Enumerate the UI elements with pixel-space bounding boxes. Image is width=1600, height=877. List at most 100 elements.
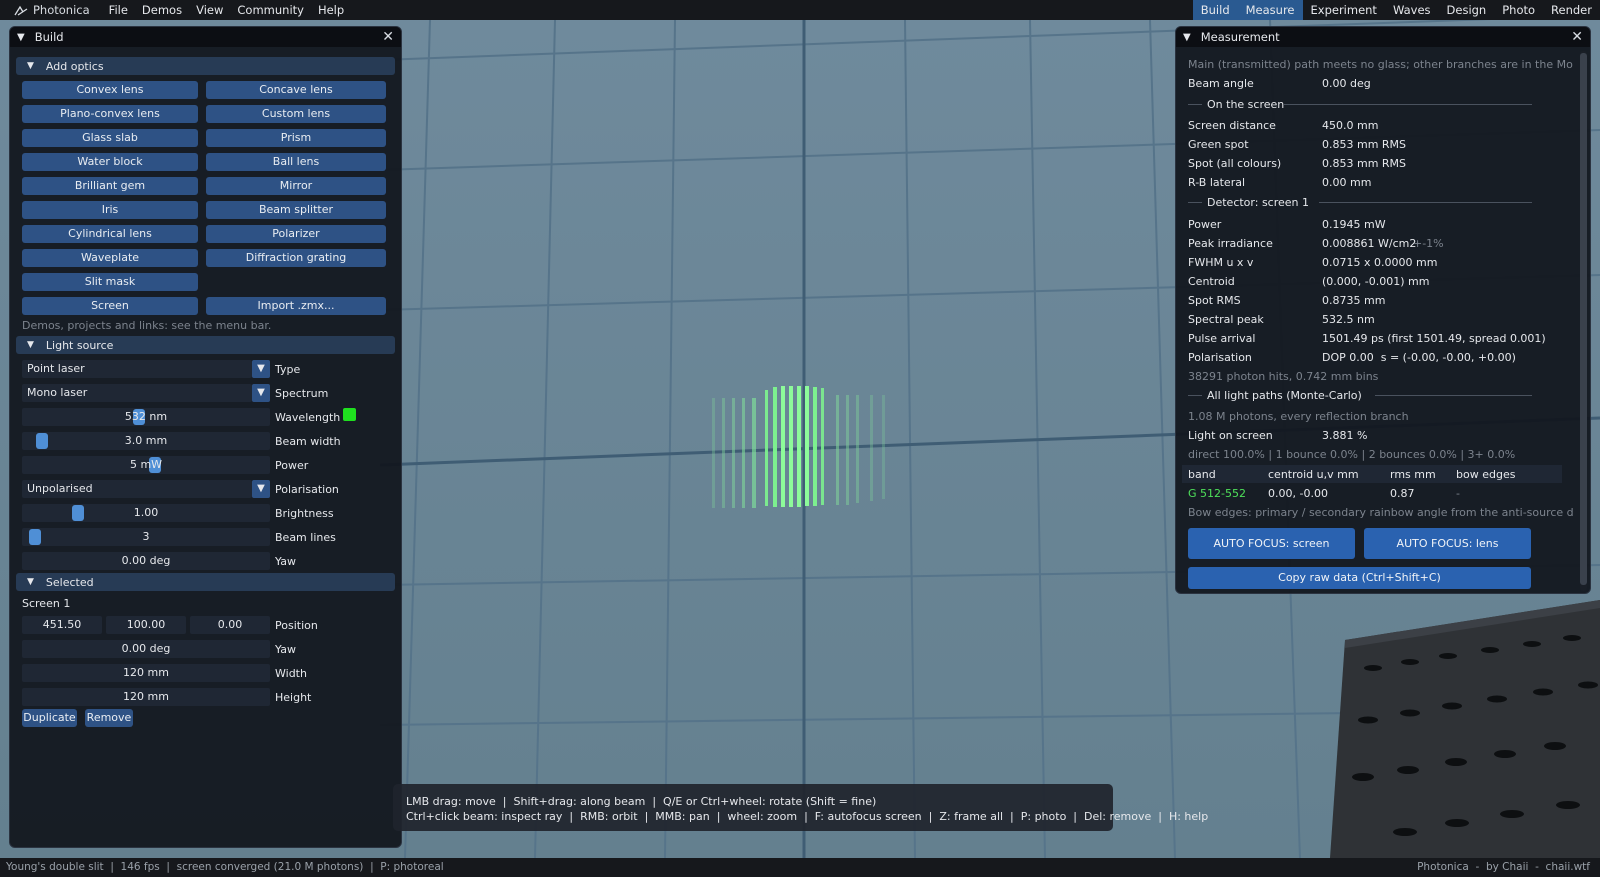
dropdown-arrow-icon[interactable]: ▼ xyxy=(252,480,270,498)
tab-build[interactable]: Build xyxy=(1192,0,1238,20)
height-field[interactable]: 120 mm xyxy=(22,688,270,706)
plano-convex-lens-button[interactable]: Plano-convex lens xyxy=(22,105,198,123)
autofocus-screen-button[interactable]: AUTO FOCUS: screen xyxy=(1188,528,1355,559)
triangle-down-icon: ▼ xyxy=(27,61,34,71)
tab-design[interactable]: Design xyxy=(1439,0,1495,20)
power-value: 0.1945 mW xyxy=(1322,218,1386,231)
position-label: Position xyxy=(275,619,318,632)
power-slider[interactable]: 5 mW xyxy=(22,456,270,474)
beam-lines-slider[interactable]: 3 xyxy=(22,528,270,546)
peak-irradiance-value: 0.008861 W/cm2 xyxy=(1322,237,1417,250)
section-label: Add optics xyxy=(45,59,104,73)
autofocus-lens-button[interactable]: AUTO FOCUS: lens xyxy=(1364,528,1531,559)
beam-width-slider[interactable]: 3.0 mm xyxy=(22,432,270,450)
menu-bar: Photonica File Demos View Community Help… xyxy=(0,0,1600,20)
height-label: Height xyxy=(275,691,312,704)
menu-bar-note: Demos, projects and links: see the menu … xyxy=(22,319,272,332)
slit-mask-button[interactable]: Slit mask xyxy=(22,273,198,291)
section-selected[interactable]: ▼ Selected xyxy=(16,573,395,591)
waveplate-button[interactable]: Waveplate xyxy=(22,249,198,267)
position-x-field[interactable]: 451.50 xyxy=(22,616,102,634)
type-select[interactable]: Point laser xyxy=(22,360,252,378)
green-spot-value: 0.853 mm RMS xyxy=(1322,138,1407,151)
brightness-slider[interactable]: 1.00 xyxy=(22,504,270,522)
water-block-button[interactable]: Water block xyxy=(22,153,198,171)
spot-rms-value: 0.8735 mm xyxy=(1322,294,1386,307)
triangle-down-icon[interactable]: ▼ xyxy=(17,32,25,43)
divider xyxy=(1188,104,1202,105)
custom-lens-button[interactable]: Custom lens xyxy=(206,105,386,123)
wavelength-color-swatch[interactable] xyxy=(343,408,356,421)
menu-view[interactable]: View xyxy=(189,3,230,17)
tab-measure[interactable]: Measure xyxy=(1237,0,1303,20)
selected-yaw-field[interactable]: 0.00 deg xyxy=(22,640,270,658)
workspace-tabs: Build Measure Experiment Waves Design Ph… xyxy=(1192,0,1600,20)
diffraction-grating-button[interactable]: Diffraction grating xyxy=(206,249,386,267)
concave-lens-button[interactable]: Concave lens xyxy=(206,81,386,99)
screen-distance-value: 450.0 mm xyxy=(1322,119,1379,132)
help-overlay: LMB drag: move | Shift+drag: along beam … xyxy=(393,784,1208,831)
remove-button[interactable]: Remove xyxy=(85,709,133,727)
measurement-panel-title-bar[interactable]: ▼ Measurement ✕ xyxy=(1176,27,1590,47)
yaw-field[interactable]: 0.00 deg xyxy=(22,552,270,570)
wavelength-slider[interactable]: 532 nm xyxy=(22,408,270,426)
detector-heading: Detector: screen 1 xyxy=(1207,196,1310,209)
position-z-field[interactable]: 0.00 xyxy=(190,616,270,634)
photon-hits-note: 38291 photon hits, 0.742 mm bins xyxy=(1188,370,1379,383)
triangle-down-icon[interactable]: ▼ xyxy=(1183,32,1191,43)
ball-lens-button[interactable]: Ball lens xyxy=(206,153,386,171)
path-note: Main (transmitted) path meets no glass; … xyxy=(1188,58,1573,71)
beam-width-value: 3.0 mm xyxy=(124,434,168,447)
all-paths-heading: All light paths (Monte-Carlo) xyxy=(1207,389,1362,402)
dropdown-arrow-icon[interactable]: ▼ xyxy=(252,384,270,402)
glass-slab-button[interactable]: Glass slab xyxy=(22,129,198,147)
app-name: Photonica xyxy=(33,3,90,17)
section-add-optics[interactable]: ▼ Add optics xyxy=(16,57,395,75)
mirror-button[interactable]: Mirror xyxy=(206,177,386,195)
tab-photo[interactable]: Photo xyxy=(1494,0,1543,20)
width-field[interactable]: 120 mm xyxy=(22,664,270,682)
measurement-scrollbar[interactable] xyxy=(1580,51,1587,591)
beam-splitter-button[interactable]: Beam splitter xyxy=(206,201,386,219)
iris-button[interactable]: Iris xyxy=(22,201,198,219)
cylindrical-lens-button[interactable]: Cylindrical lens xyxy=(22,225,198,243)
divider xyxy=(1188,395,1202,396)
slider-handle[interactable] xyxy=(29,529,41,545)
slider-handle[interactable] xyxy=(36,433,48,449)
divider xyxy=(1188,202,1202,203)
import-zmx-button[interactable]: Import .zmx... xyxy=(206,297,386,315)
menu-file[interactable]: File xyxy=(102,3,135,17)
tab-waves[interactable]: Waves xyxy=(1385,0,1439,20)
duplicate-button[interactable]: Duplicate xyxy=(22,709,77,727)
position-y-field[interactable]: 100.00 xyxy=(106,616,186,634)
close-icon[interactable]: ✕ xyxy=(382,29,394,45)
section-light-source[interactable]: ▼ Light source xyxy=(16,336,395,354)
status-left: Young's double slit | 146 fps | screen c… xyxy=(6,861,444,873)
menu-demos[interactable]: Demos xyxy=(135,3,189,17)
convex-lens-button[interactable]: Convex lens xyxy=(22,81,198,99)
bounces-note: direct 100.0% | 1 bounce 0.0% | 2 bounce… xyxy=(1188,448,1516,461)
polarizer-button[interactable]: Polarizer xyxy=(206,225,386,243)
close-icon[interactable]: ✕ xyxy=(1571,29,1583,45)
copy-raw-data-button[interactable]: Copy raw data (Ctrl+Shift+C) xyxy=(1188,567,1531,589)
polarisation-label: Polarisation xyxy=(275,483,339,496)
spectrum-label: Spectrum xyxy=(275,387,329,400)
photonica-logo-icon xyxy=(14,5,28,16)
build-panel-title-bar[interactable]: ▼ Build ✕ xyxy=(10,27,401,47)
screen-button[interactable]: Screen xyxy=(22,297,198,315)
scrollbar-thumb[interactable] xyxy=(1580,53,1587,585)
spectrum-select[interactable]: Mono laser xyxy=(22,384,252,402)
dropdown-arrow-icon[interactable]: ▼ xyxy=(252,360,270,378)
divider xyxy=(1319,202,1532,203)
green-spot-label: Green spot xyxy=(1188,138,1249,151)
slider-handle[interactable] xyxy=(72,505,84,521)
spot-rms-label: Spot RMS xyxy=(1188,294,1241,307)
tab-render[interactable]: Render xyxy=(1543,0,1600,20)
brilliant-gem-button[interactable]: Brilliant gem xyxy=(22,177,198,195)
tab-experiment[interactable]: Experiment xyxy=(1303,0,1385,20)
menu-community[interactable]: Community xyxy=(230,3,311,17)
pulse-arrival-label: Pulse arrival xyxy=(1188,332,1256,345)
menu-help[interactable]: Help xyxy=(311,3,351,17)
prism-button[interactable]: Prism xyxy=(206,129,386,147)
polarisation-select[interactable]: Unpolarised xyxy=(22,480,252,498)
